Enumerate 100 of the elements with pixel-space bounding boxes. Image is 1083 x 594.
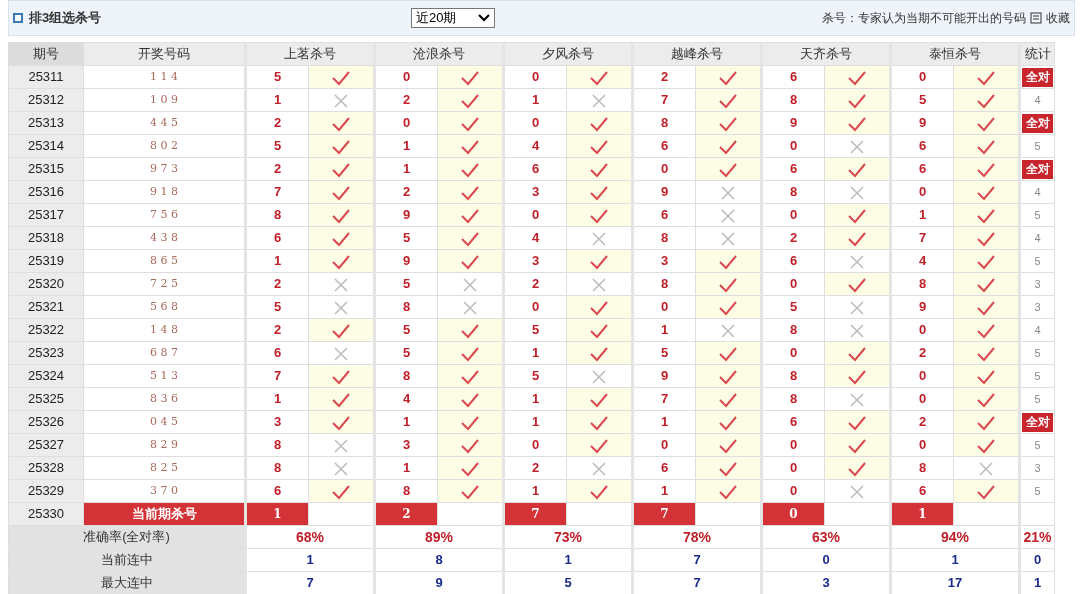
cross-icon [334, 277, 348, 292]
all-correct-badge: 全对 [1022, 67, 1053, 87]
check-icon [460, 230, 480, 247]
kill-number-cell: 0 [761, 479, 825, 503]
hit-count: 5 [1034, 485, 1041, 498]
kill-number-cell: 5 [374, 318, 438, 342]
kill-number-cell: 3 [503, 249, 567, 273]
summary-value: 1 [245, 548, 375, 572]
check-icon [331, 414, 351, 431]
kill-number-cell: 5 [890, 88, 954, 112]
cross-icon [592, 277, 606, 292]
kill-number-cell: 7 [632, 88, 696, 112]
hit-count: 4 [1034, 324, 1041, 337]
check-icon [976, 115, 996, 132]
check-icon [718, 253, 738, 270]
summary-value: 73% [503, 525, 633, 549]
kill-number-cell: 6 [761, 410, 825, 434]
cross-icon [721, 185, 735, 200]
check-icon [331, 368, 351, 385]
summary-value: 63% [761, 525, 891, 549]
favorite-link[interactable]: 收藏 [1046, 9, 1070, 27]
page-title: 排3组选杀号 [29, 9, 102, 28]
issue-cell: 25326 [8, 410, 84, 434]
check-icon [589, 437, 609, 454]
summary-value: 0 [761, 548, 891, 572]
check-icon [976, 92, 996, 109]
cross-icon [334, 346, 348, 361]
issue-cell: 25329 [8, 479, 84, 503]
check-icon [976, 483, 996, 500]
check-icon [976, 322, 996, 339]
kill-number-cell: 5 [245, 65, 309, 89]
check-icon [976, 391, 996, 408]
check-icon [331, 230, 351, 247]
all-correct-badge: 全对 [1022, 412, 1053, 432]
kill-number-cell: 2 [374, 180, 438, 204]
check-icon [331, 138, 351, 155]
check-icon [589, 322, 609, 339]
kill-number-cell: 6 [890, 479, 954, 503]
current-kill-label: 当前期杀号 [83, 502, 246, 526]
check-icon [718, 115, 738, 132]
issue-cell: 25311 [8, 65, 84, 89]
kill-number-cell: 2 [245, 157, 309, 181]
kill-number-cell: 0 [503, 295, 567, 319]
draw-cell: 8 0 2 [83, 134, 246, 158]
kill-number-cell: 6 [632, 134, 696, 158]
cross-icon [850, 323, 864, 338]
check-icon [847, 92, 867, 109]
issue-cell: 25320 [8, 272, 84, 296]
check-icon [847, 414, 867, 431]
kill-number-cell: 8 [374, 364, 438, 388]
kill-number-cell: 0 [632, 433, 696, 457]
kill-number-cell: 2 [761, 226, 825, 250]
cross-icon [979, 461, 993, 476]
kill-number-cell: 1 [374, 134, 438, 158]
check-icon [718, 345, 738, 362]
hit-count: 4 [1034, 186, 1041, 199]
check-icon [460, 161, 480, 178]
issue-cell: 25314 [8, 134, 84, 158]
summary-value: 7 [632, 548, 762, 572]
kill-number-cell: 1 [632, 318, 696, 342]
kill-number-cell: 8 [374, 479, 438, 503]
summary-value: 1 [890, 548, 1020, 572]
draw-cell: 9 1 8 [83, 180, 246, 204]
cross-icon [592, 231, 606, 246]
check-icon [976, 184, 996, 201]
kill-number-cell: 9 [761, 111, 825, 135]
all-correct-badge: 全对 [1022, 159, 1053, 179]
kill-number-cell: 2 [245, 111, 309, 135]
check-icon [718, 483, 738, 500]
kill-number-cell: 1 [374, 456, 438, 480]
check-icon [718, 69, 738, 86]
kill-number-cell: 6 [503, 157, 567, 181]
kill-number-cell: 0 [761, 456, 825, 480]
kill-number-cell: 0 [503, 111, 567, 135]
kill-number-cell: 8 [374, 295, 438, 319]
kill-number-cell: 8 [245, 203, 309, 227]
check-icon [331, 322, 351, 339]
check-icon [976, 299, 996, 316]
issue-cell: 25321 [8, 295, 84, 319]
check-icon [460, 483, 480, 500]
check-icon [589, 69, 609, 86]
kill-number-cell: 0 [503, 65, 567, 89]
cross-icon [334, 93, 348, 108]
kill-number-cell: 6 [245, 226, 309, 250]
check-icon [976, 161, 996, 178]
issue-cell: 25328 [8, 456, 84, 480]
kill-number-cell: 0 [761, 134, 825, 158]
kill-number-cell: 8 [890, 456, 954, 480]
summary-value: 68% [245, 525, 375, 549]
period-dropdown[interactable]: 近20期 [411, 8, 495, 28]
kill-number-cell: 0 [890, 433, 954, 457]
kill-number-cell: 0 [503, 203, 567, 227]
kill-number-cell: 1 [503, 479, 567, 503]
hit-count: 5 [1034, 393, 1041, 406]
check-icon [589, 253, 609, 270]
kill-number-cell: 1 [245, 249, 309, 273]
check-icon [331, 115, 351, 132]
check-icon [847, 345, 867, 362]
summary-label: 准确率(全对率) [8, 525, 246, 549]
check-icon [589, 115, 609, 132]
